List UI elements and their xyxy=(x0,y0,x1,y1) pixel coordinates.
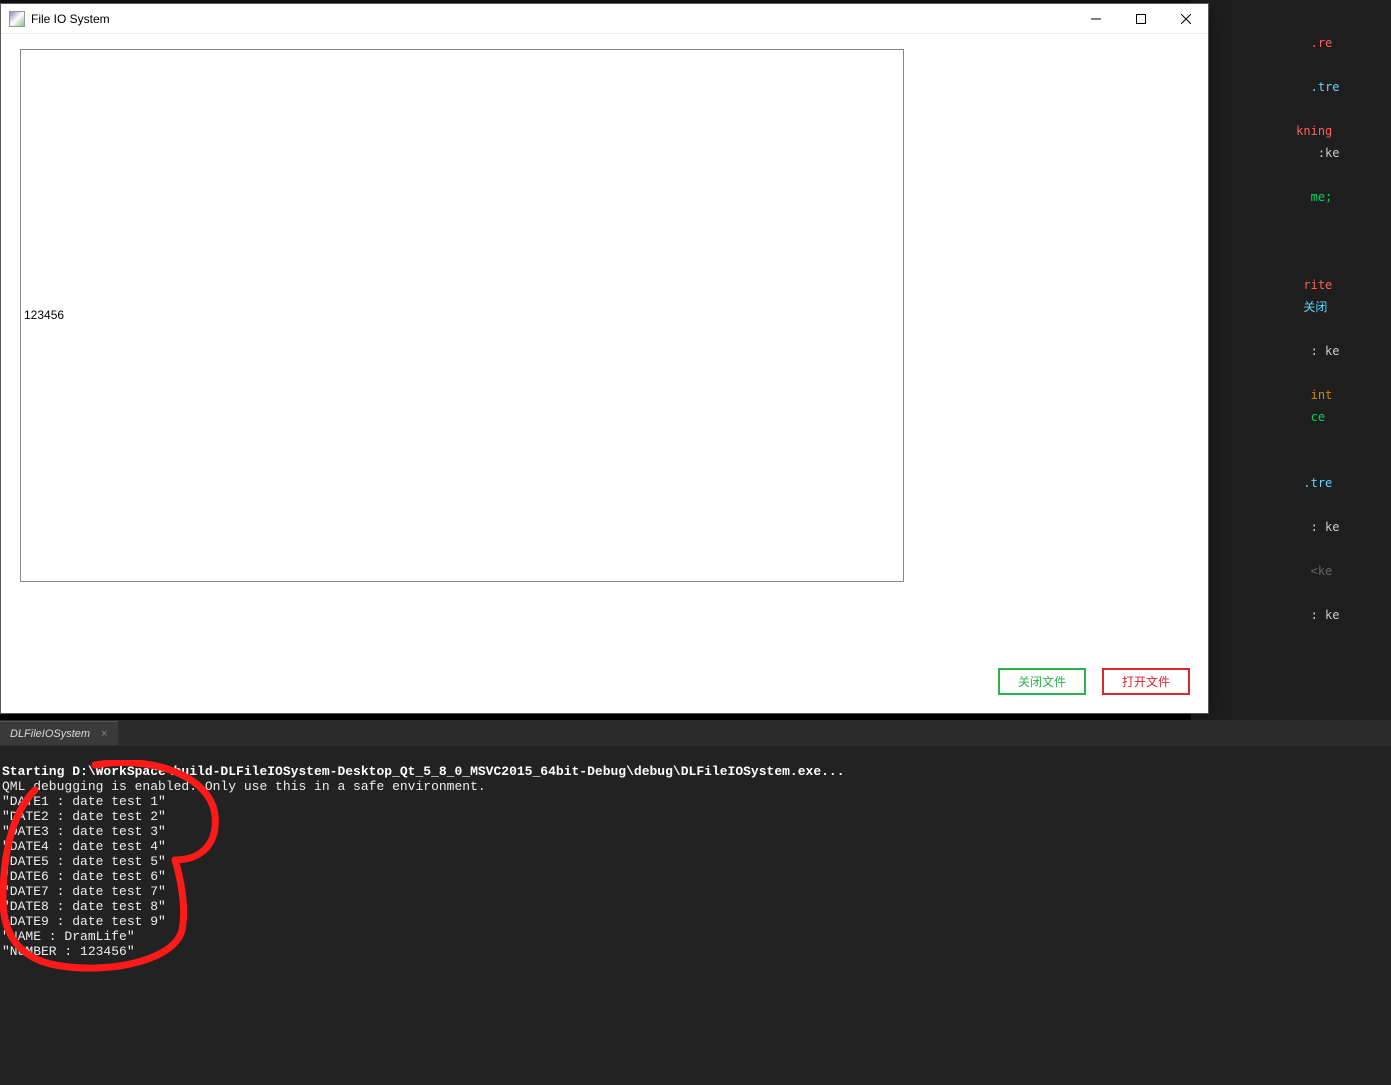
bg-code-line: :ke xyxy=(1195,142,1387,164)
dialog-button-row: 关闭文件 打开文件 xyxy=(998,668,1190,695)
window-title: File IO System xyxy=(31,12,110,26)
bg-code-line xyxy=(1195,494,1387,516)
maximize-button[interactable] xyxy=(1118,4,1163,33)
console-line: "DATE4 : date test 4" xyxy=(2,839,1389,854)
tab-close-icon[interactable]: × xyxy=(101,728,107,740)
output-tab-bar: DLFileIOSystem × xyxy=(0,720,1391,746)
minimize-button[interactable] xyxy=(1073,4,1118,33)
minimize-icon xyxy=(1091,14,1101,24)
bg-code-line: rite xyxy=(1195,274,1387,296)
output-tab-label: DLFileIOSystem xyxy=(10,728,90,740)
bg-code-line: : ke xyxy=(1195,340,1387,362)
application-output-console[interactable]: Starting D:\WorkSpace\build-DLFileIOSyst… xyxy=(0,746,1391,1085)
close-file-button[interactable]: 关闭文件 xyxy=(998,668,1086,695)
console-line: "DATE3 : date test 3" xyxy=(2,824,1389,839)
bg-code-line xyxy=(1195,450,1387,472)
bg-code-line: int xyxy=(1195,384,1387,406)
bg-code-line: ce xyxy=(1195,406,1387,428)
bg-code-line: .re xyxy=(1195,32,1387,54)
file-io-dialog: File IO System 123456 关闭文件 打开文件 xyxy=(0,3,1209,714)
bg-code-line: kning xyxy=(1195,120,1387,142)
bg-code-line: 关闭 xyxy=(1195,296,1387,318)
console-line: "DATE8 : date test 8" xyxy=(2,899,1389,914)
bg-code-line: .tre xyxy=(1195,472,1387,494)
bg-code-line xyxy=(1195,362,1387,384)
bg-code-line: : ke xyxy=(1195,516,1387,538)
text-display-area[interactable]: 123456 xyxy=(20,49,904,582)
app-icon xyxy=(9,11,25,27)
bg-code-line xyxy=(1195,582,1387,604)
bg-code-line xyxy=(1195,164,1387,186)
bg-code-line xyxy=(1195,208,1387,230)
close-icon xyxy=(1181,14,1191,24)
bg-code-line xyxy=(1195,10,1387,32)
text-content: 123456 xyxy=(24,308,64,322)
bg-code-line: .tre xyxy=(1195,76,1387,98)
console-line: QML debugging is enabled. Only use this … xyxy=(2,779,1389,794)
console-line: "NUMBER : 123456" xyxy=(2,944,1389,959)
title-bar[interactable]: File IO System xyxy=(1,4,1208,34)
bg-code-line: <ke xyxy=(1195,560,1387,582)
console-line: "DATE6 : date test 6" xyxy=(2,869,1389,884)
console-line: "DATE2 : date test 2" xyxy=(2,809,1389,824)
bg-code-line xyxy=(1195,252,1387,274)
bg-code-line xyxy=(1195,538,1387,560)
close-button[interactable] xyxy=(1163,4,1208,33)
bg-code-line xyxy=(1195,54,1387,76)
bg-code-line xyxy=(1195,98,1387,120)
output-tab-dlfileiosystem[interactable]: DLFileIOSystem × xyxy=(0,721,118,745)
console-line: "DATE5 : date test 5" xyxy=(2,854,1389,869)
open-file-button[interactable]: 打开文件 xyxy=(1102,668,1190,695)
console-line: "DATE1 : date test 1" xyxy=(2,794,1389,809)
console-line: "NAME : DramLife" xyxy=(2,929,1389,944)
bg-code-line: : ke xyxy=(1195,604,1387,626)
console-line: "DATE9 : date test 9" xyxy=(2,914,1389,929)
bg-code-line xyxy=(1195,428,1387,450)
background-code-gutter: .re .tre kning :ke me; xyxy=(1191,0,1391,720)
bg-code-line xyxy=(1195,230,1387,252)
maximize-icon xyxy=(1136,14,1146,24)
bg-code-line: me; xyxy=(1195,186,1387,208)
console-line: "DATE7 : date test 7" xyxy=(2,884,1389,899)
console-line: Starting D:\WorkSpace\build-DLFileIOSyst… xyxy=(2,764,1389,779)
bg-code-line xyxy=(1195,318,1387,340)
